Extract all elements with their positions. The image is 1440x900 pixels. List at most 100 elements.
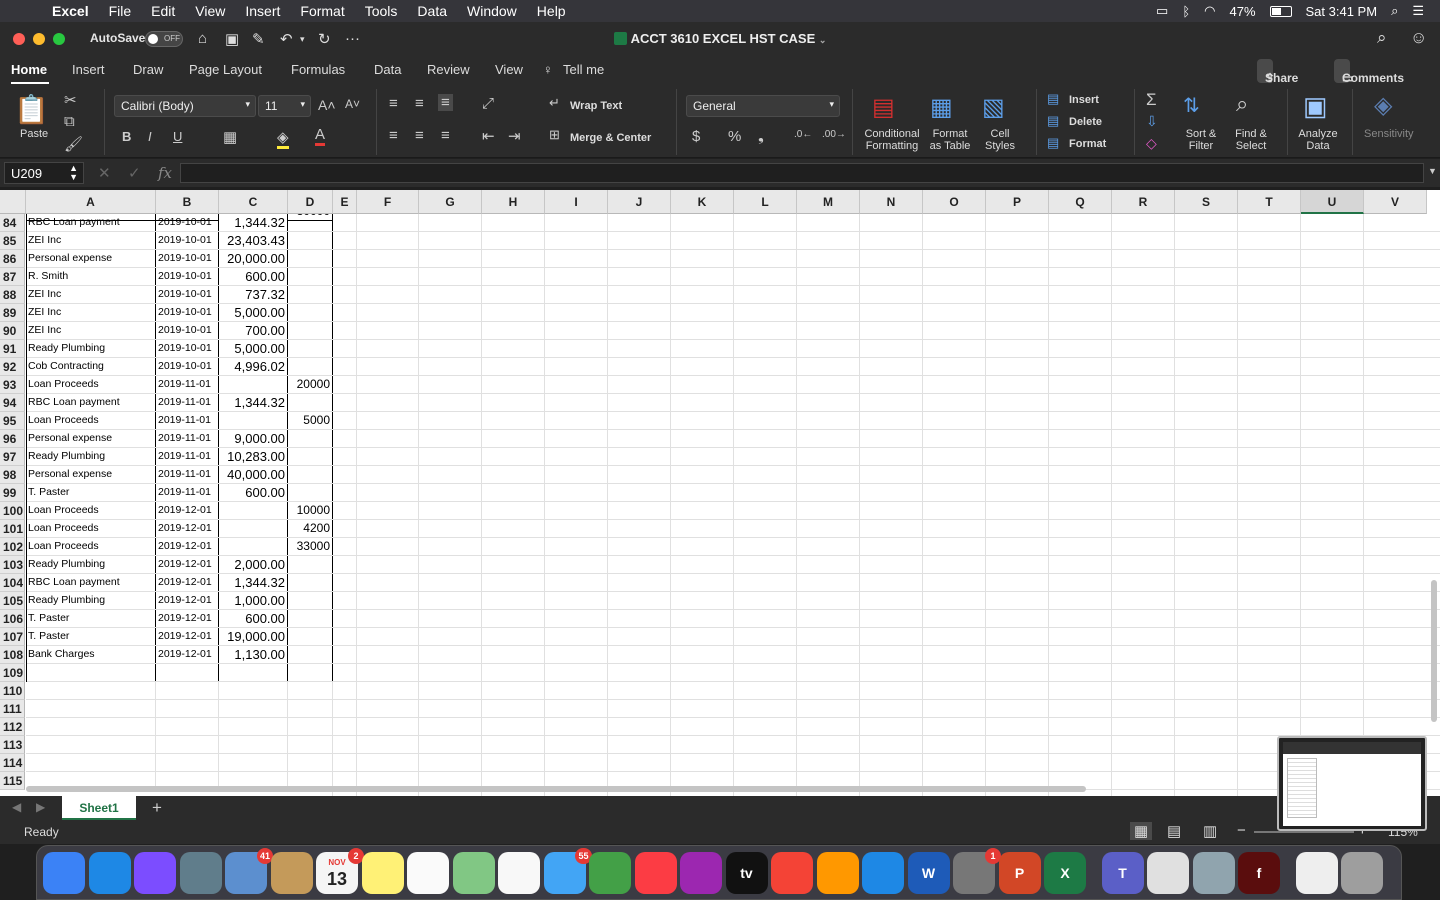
cell-c[interactable] (219, 682, 288, 700)
menu-insert[interactable]: Insert (245, 3, 280, 19)
row-header[interactable]: 88 (0, 286, 25, 304)
cell-b[interactable]: 2019-10-01 (156, 304, 219, 322)
row-header[interactable]: 97 (0, 448, 25, 466)
analyze-data-icon[interactable]: ▣ (1303, 91, 1328, 122)
row-header[interactable]: 91 (0, 340, 25, 358)
row-header[interactable]: 84 (0, 214, 25, 232)
cell-a[interactable] (26, 754, 156, 772)
cell-d[interactable] (288, 394, 333, 412)
row-header[interactable]: 108 (0, 646, 25, 664)
cell-c[interactable]: 5,000.00 (219, 304, 288, 322)
vertical-scrollbar[interactable] (1431, 580, 1437, 722)
cell-a[interactable]: T. Paster (26, 628, 156, 646)
cell-b[interactable]: 2019-10-01 (156, 322, 219, 340)
cell-d[interactable]: 4200 (288, 520, 333, 538)
window-thumbnail-preview[interactable] (1277, 736, 1427, 831)
dock-preview-icon[interactable] (1192, 852, 1235, 894)
align-left-icon[interactable]: ≡ (389, 127, 398, 144)
cell-c[interactable] (219, 664, 288, 682)
column-header-e[interactable]: E (333, 190, 357, 214)
row-header[interactable]: 104 (0, 574, 25, 592)
cell-c[interactable] (219, 718, 288, 736)
cell-b[interactable]: 2019-12-01 (156, 520, 219, 538)
cell-a[interactable]: Loan Proceeds (26, 412, 156, 430)
column-header-f[interactable]: F (357, 190, 419, 214)
column-header-g[interactable]: G (419, 190, 482, 214)
cell-b[interactable]: 2019-12-01 (156, 574, 219, 592)
cell-a[interactable]: Personal expense (26, 250, 156, 268)
cell-b[interactable]: 2019-12-01 (156, 538, 219, 556)
align-center-icon[interactable]: ≡ (415, 127, 424, 144)
row-header[interactable]: 106 (0, 610, 25, 628)
dock-app-store-icon[interactable] (862, 852, 904, 894)
title-chevron-icon[interactable]: ⌄ (819, 35, 827, 45)
dock-finder-icon[interactable] (43, 852, 85, 894)
cell-d[interactable] (288, 682, 333, 700)
row-header[interactable]: 94 (0, 394, 25, 412)
page-layout-view-icon[interactable]: ▤ (1167, 822, 1181, 840)
row-header[interactable]: 98 (0, 466, 25, 484)
horizontal-scrollbar[interactable] (26, 786, 1086, 792)
cell-b[interactable]: 2019-11-01 (156, 394, 219, 412)
cell-d[interactable] (288, 610, 333, 628)
tab-insert[interactable]: Insert (72, 62, 105, 77)
column-header-n[interactable]: N (860, 190, 923, 214)
cell-a[interactable] (26, 664, 156, 682)
cell-b[interactable]: 2019-11-01 (156, 376, 219, 394)
currency-icon[interactable]: $ (692, 128, 700, 145)
column-header-b[interactable]: B (156, 190, 219, 214)
cell-c[interactable]: 4,996.02 (219, 358, 288, 376)
row-header[interactable]: 92 (0, 358, 25, 376)
dock-books-icon[interactable] (816, 852, 859, 894)
column-header-u[interactable]: U (1301, 190, 1364, 214)
dock-trash-icon[interactable] (1341, 852, 1383, 894)
row-header[interactable]: 114 (0, 754, 25, 772)
cell-a[interactable] (26, 718, 156, 736)
next-sheet-icon[interactable]: ▶ (36, 800, 45, 814)
tab-data[interactable]: Data (374, 62, 401, 77)
cell-a[interactable]: ZEI Inc (26, 232, 156, 250)
cell-c[interactable]: 2,000.00 (219, 556, 288, 574)
search-icon[interactable]: ⌕ (1377, 28, 1387, 48)
row-header[interactable]: 102 (0, 538, 25, 556)
dock-launchpad-icon[interactable] (179, 852, 222, 894)
dock-word-icon[interactable]: W (907, 852, 950, 894)
cell-a[interactable]: Ready Plumbing (26, 556, 156, 574)
paste-icon[interactable]: 📋 (14, 93, 49, 126)
cell-c[interactable]: 19,000.00 (219, 628, 288, 646)
dock-news-icon[interactable] (771, 852, 813, 894)
dock-photos-icon[interactable] (498, 852, 540, 894)
column-header-d[interactable]: D (288, 190, 333, 214)
cell-d[interactable] (288, 646, 333, 664)
cell-a[interactable]: Ready Plumbing (26, 340, 156, 358)
cell-d[interactable] (288, 322, 333, 340)
cell-c[interactable] (219, 502, 288, 520)
menu-file[interactable]: File (109, 3, 132, 19)
column-header-v[interactable]: V (1364, 190, 1427, 214)
comments-button[interactable]: ▭ Comments (1334, 59, 1404, 85)
cell-c[interactable] (219, 700, 288, 718)
cell-a[interactable]: RBC Loan payment (26, 574, 156, 592)
column-header-q[interactable]: Q (1049, 190, 1112, 214)
tab-formulas[interactable]: Formulas (291, 62, 345, 77)
cell-d[interactable] (288, 574, 333, 592)
column-header-j[interactable]: J (608, 190, 671, 214)
dock-downloads-icon[interactable] (1295, 852, 1338, 894)
cell-c[interactable]: 737.32 (219, 286, 288, 304)
increase-indent-icon[interactable]: ⇥ (508, 127, 521, 145)
row-header[interactable]: 93 (0, 376, 25, 394)
dock-reminders-icon[interactable] (407, 852, 449, 894)
cell-c[interactable]: 40,000.00 (219, 466, 288, 484)
dock-preview-photo-icon[interactable]: 41 (225, 848, 273, 894)
decrease-decimal-icon[interactable]: .00→ (822, 129, 846, 140)
dock-chrome-icon[interactable] (1147, 852, 1189, 894)
battery-icon[interactable] (1269, 5, 1292, 17)
row-header[interactable]: 110 (0, 682, 25, 700)
find-select-icon[interactable]: ⌕ (1236, 91, 1248, 117)
cell-b[interactable]: 2019-10-01 (156, 286, 219, 304)
column-header-m[interactable]: M (797, 190, 860, 214)
underline-icon[interactable]: U (173, 129, 182, 144)
cell-b[interactable]: 2019-10-01 (156, 340, 219, 358)
merge-center-icon[interactable]: ⊞ (549, 127, 560, 143)
cell-b[interactable]: 2019-11-01 (156, 412, 219, 430)
